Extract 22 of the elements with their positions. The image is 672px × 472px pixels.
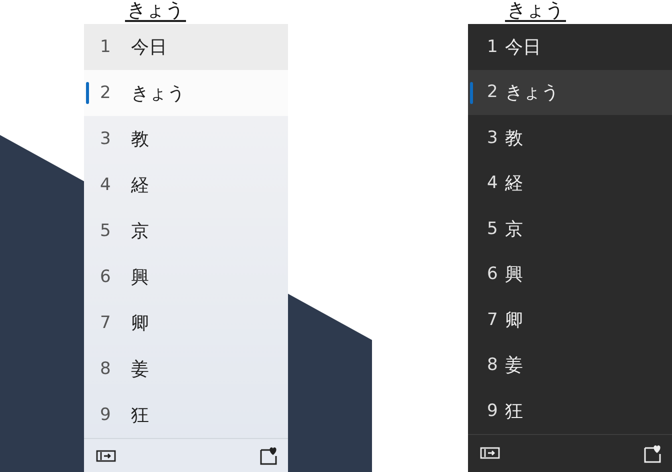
candidate-item[interactable]: 2 きょう (84, 70, 288, 116)
candidate-item[interactable]: 5 京 (84, 208, 288, 254)
candidate-item[interactable]: 6 興 (468, 252, 672, 297)
candidate-item[interactable]: 4 経 (468, 160, 672, 206)
candidate-item[interactable]: 6 興 (84, 254, 288, 300)
candidate-item[interactable]: 9 狂 (84, 392, 288, 438)
candidate-item[interactable]: 3 教 (468, 115, 672, 160)
candidate-item[interactable]: 7 卿 (84, 300, 288, 346)
candidate-item[interactable]: 5 京 (468, 206, 672, 252)
candidate-item[interactable]: 8 姜 (468, 342, 672, 388)
composition-text: きょう (505, 0, 566, 22)
heart-note-icon[interactable] (260, 446, 278, 465)
candidate-item[interactable]: 9 狂 (468, 388, 672, 434)
composition-text: きょう (125, 0, 186, 22)
candidate-item[interactable]: 1 今日 (468, 24, 672, 70)
candidate-item[interactable]: 1 今日 (84, 24, 288, 70)
candidate-item[interactable]: 3 教 (84, 116, 288, 162)
candidate-item[interactable]: 7 卿 (468, 297, 672, 342)
candidate-item[interactable]: 8 姜 (84, 346, 288, 392)
candidate-item[interactable]: 2 きょう (468, 70, 672, 115)
heart-note-icon[interactable] (644, 444, 662, 463)
candidate-item[interactable]: 4 経 (84, 162, 288, 208)
